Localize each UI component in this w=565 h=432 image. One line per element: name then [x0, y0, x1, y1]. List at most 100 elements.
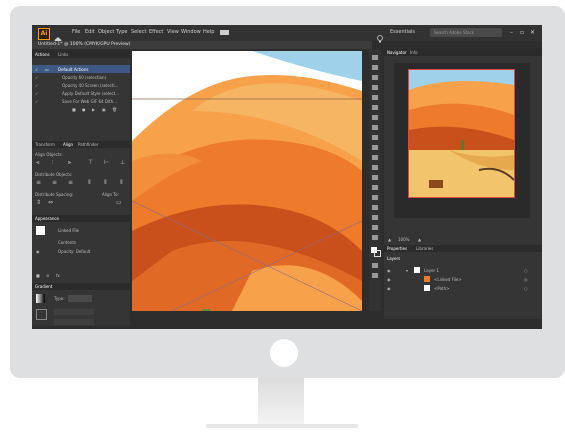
layer-row[interactable]: ◉ <Linked File> ◎	[384, 275, 542, 283]
distribute-center-icon[interactable]: ≡	[52, 179, 57, 186]
tab-align[interactable]: Align	[63, 142, 73, 147]
rectangle-tool-icon[interactable]	[372, 125, 378, 130]
draw-mode-icon[interactable]	[372, 263, 378, 268]
action-item[interactable]: ✓ Apply Default Style (select...	[32, 89, 130, 97]
layer-row[interactable]: ◉ ▾ Layer 1 ○	[384, 266, 542, 274]
distribute-right-icon[interactable]: ⦀	[120, 179, 123, 187]
align-top-icon[interactable]: ⊤	[88, 159, 93, 166]
menu-effect[interactable]: Effect	[149, 29, 163, 35]
align-right-icon[interactable]: ⫸	[68, 159, 71, 167]
close-icon[interactable]: ✕	[530, 29, 535, 36]
zoom-tool-icon[interactable]	[372, 235, 378, 240]
align-bottom-icon[interactable]: ⊥	[120, 159, 125, 166]
stroke-swatch-tool[interactable]	[374, 250, 381, 257]
new-art-icon[interactable]: ■	[36, 273, 40, 278]
menu-window[interactable]: Window	[181, 29, 201, 35]
visibility-icon[interactable]: ◉	[387, 286, 391, 291]
home-icon[interactable]	[54, 29, 62, 44]
stroke-options[interactable]	[54, 309, 94, 315]
lightbulb-icon[interactable]	[377, 28, 383, 43]
vertical-spacing-icon[interactable]: ⇕	[36, 199, 41, 206]
minimize-icon[interactable]: –	[510, 29, 513, 36]
line-tool-icon[interactable]	[372, 115, 378, 120]
stroke-swatch[interactable]	[36, 309, 47, 320]
document-tab[interactable]: Untitled-1* @ 100% (CMYK/GPU Preview)	[38, 42, 130, 47]
action-item[interactable]: ✓ Opacity 40 Screen (selecti...	[32, 81, 130, 89]
record-icon[interactable]: ●	[82, 107, 86, 112]
align-center-icon[interactable]: ⫶	[52, 159, 54, 167]
appearance-contents-label[interactable]: Contents	[58, 240, 76, 245]
width-tool-icon[interactable]	[372, 185, 378, 190]
action-item[interactable]: ✓ Opacity 60 (selection)	[32, 73, 130, 81]
curvature-tool-icon[interactable]	[372, 95, 378, 100]
menu-view[interactable]: View	[167, 29, 179, 35]
tab-actions[interactable]: Actions	[35, 52, 50, 57]
tab-layers[interactable]: Layers	[387, 256, 400, 261]
scale-tool-icon[interactable]	[372, 175, 378, 180]
pencil-tool-icon[interactable]	[372, 145, 378, 150]
magic-wand-tool-icon[interactable]	[372, 75, 378, 80]
workspace-switcher[interactable]: Essentials	[390, 29, 415, 35]
target-icon[interactable]: ◎	[524, 277, 528, 282]
action-item[interactable]: ✓ Save For Web GIF 64 Dith...	[32, 97, 130, 105]
layer-row[interactable]: ◉ <Path> ○	[384, 284, 542, 292]
menu-select[interactable]: Select	[131, 29, 146, 35]
eraser-tool-icon[interactable]	[372, 155, 378, 160]
direct-selection-tool-icon[interactable]	[372, 65, 378, 70]
visibility-icon[interactable]: ◉	[36, 249, 40, 254]
tab-info[interactable]: Info	[410, 50, 418, 55]
trash-icon[interactable]: 🗑	[112, 107, 117, 112]
arrange-documents-icon[interactable]	[220, 30, 229, 35]
menu-file[interactable]: File	[72, 29, 80, 35]
tab-transform[interactable]: Transform	[35, 142, 55, 147]
align-to-dropdown[interactable]: ▭	[116, 199, 122, 206]
distribute-bottom-icon[interactable]: ≡	[68, 179, 73, 186]
rotate-tool-icon[interactable]	[372, 165, 378, 170]
play-icon[interactable]: ▶	[92, 107, 95, 112]
zoom-out-icon[interactable]: ▲	[388, 237, 391, 242]
tab-pathfinder[interactable]: Pathfinder	[78, 142, 99, 147]
menu-help[interactable]: Help	[203, 29, 214, 35]
zoom-in-icon[interactable]: ▲	[418, 237, 421, 242]
menu-type[interactable]: Type	[116, 29, 127, 35]
tab-navigator[interactable]: Navigator	[387, 50, 407, 55]
tab-gradient[interactable]: Gradient	[35, 284, 52, 289]
selection-tool-icon[interactable]	[372, 55, 378, 60]
tab-libraries[interactable]: Libraries	[416, 246, 433, 251]
stock-search-input[interactable]: Search Adobe Stock	[430, 28, 502, 37]
visibility-icon[interactable]: ◉	[387, 268, 391, 273]
align-left-icon[interactable]: ⫷	[36, 159, 39, 167]
menu-edit[interactable]: Edit	[85, 29, 95, 35]
tab-properties[interactable]: Properties	[387, 246, 407, 251]
hand-tool-icon[interactable]	[372, 225, 378, 230]
clear-appearance-icon[interactable]: ⊘	[46, 273, 49, 278]
action-set-row[interactable]: ✓ ▭ Default Actions	[32, 65, 130, 73]
target-icon[interactable]: ○	[524, 286, 528, 291]
align-middle-icon[interactable]: ⊢	[104, 159, 109, 166]
visibility-icon[interactable]: ◉	[387, 277, 391, 282]
appearance-opacity-label[interactable]: Opacity: Default	[58, 249, 90, 254]
navigator-preview[interactable]	[394, 63, 530, 218]
restore-icon[interactable]: ▫	[520, 29, 524, 36]
eyedropper-tool-icon[interactable]	[372, 215, 378, 220]
shape-builder-tool-icon[interactable]	[372, 195, 378, 200]
screen-mode-icon[interactable]	[372, 273, 378, 278]
gradient-tool-icon[interactable]	[372, 205, 378, 210]
paintbrush-tool-icon[interactable]	[372, 135, 378, 140]
gradient-swatch[interactable]	[36, 294, 45, 303]
target-icon[interactable]: ○	[524, 268, 528, 273]
pen-tool-icon[interactable]	[372, 85, 378, 90]
distribute-left-icon[interactable]: ⦀	[88, 179, 91, 187]
fx-icon[interactable]: fx	[56, 273, 60, 278]
horizontal-spacing-icon[interactable]: ⇔	[48, 199, 53, 206]
artboard[interactable]	[132, 51, 362, 311]
tab-links[interactable]: Links	[58, 52, 68, 57]
distribute-hcenter-icon[interactable]: ⦀	[104, 179, 107, 187]
expand-icon[interactable]: ▾	[406, 268, 408, 273]
type-tool-icon[interactable]	[372, 105, 378, 110]
distribute-top-icon[interactable]: ≡	[36, 179, 41, 186]
new-action-icon[interactable]: ▣	[102, 107, 106, 112]
zoom-level[interactable]: 100%	[398, 237, 409, 242]
gradient-type-buttons[interactable]	[68, 295, 92, 302]
menu-object[interactable]: Object	[98, 29, 114, 35]
